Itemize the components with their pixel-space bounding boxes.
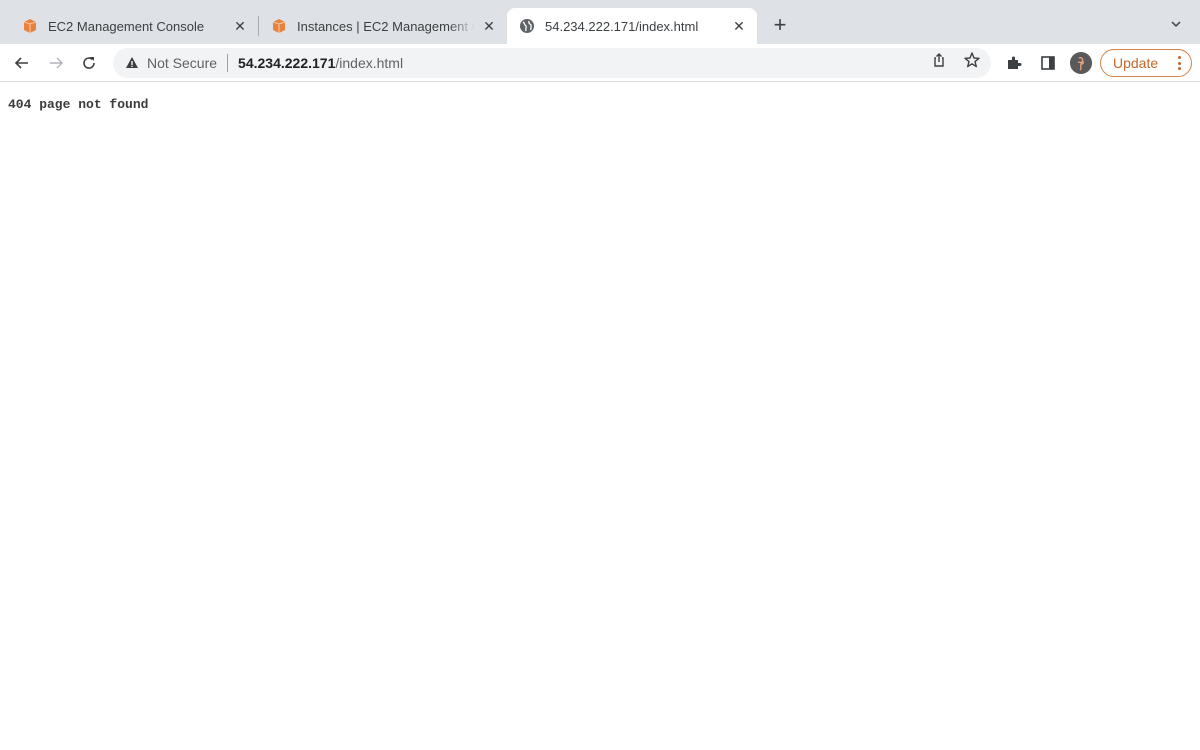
close-tab-icon[interactable]: ✕ [232, 18, 248, 34]
tab-search-chevron-icon[interactable] [1168, 16, 1184, 32]
new-tab-button[interactable]: + [768, 14, 792, 38]
bookmark-star-icon[interactable] [963, 51, 981, 69]
reload-icon [83, 57, 95, 69]
address-bar[interactable]: Not Secure 54.234.222.171/index.html [113, 48, 991, 78]
forward-arrow-icon [50, 57, 63, 69]
extensions-puzzle-icon[interactable] [1005, 54, 1023, 72]
close-tab-icon[interactable]: ✕ [731, 18, 747, 34]
url-path: /index.html [335, 55, 404, 71]
side-panel-icon[interactable] [1039, 54, 1057, 72]
share-icon[interactable] [930, 51, 948, 69]
aws-cube-icon [271, 18, 287, 34]
page-content: 404 page not found [0, 83, 1200, 750]
tab-title: EC2 Management Console [48, 18, 205, 34]
aws-cube-icon [22, 18, 38, 34]
tab-title: 54.234.222.171/index.html [545, 18, 699, 34]
url-host: 54.234.222.171 [238, 55, 336, 71]
address-divider [227, 54, 229, 72]
more-menu-icon[interactable] [1177, 56, 1181, 70]
profile-avatar[interactable] [1070, 52, 1092, 74]
update-label: Update [1113, 55, 1159, 71]
tab-strip: EC2 Management Console ✕ Instances | EC2… [0, 0, 1200, 44]
tab-active-page[interactable]: 54.234.222.171/index.html ✕ [507, 8, 757, 44]
globe-icon [519, 18, 535, 34]
security-status-label[interactable]: Not Secure [147, 55, 217, 71]
browser-toolbar: Not Secure 54.234.222.171/index.html Upd… [0, 44, 1200, 82]
error-message: 404 page not found [8, 97, 149, 112]
warning-triangle-icon[interactable] [125, 56, 139, 70]
forward-button[interactable] [44, 51, 68, 75]
reload-button[interactable] [77, 51, 101, 75]
tab-ec2-management-console[interactable]: EC2 Management Console ✕ [10, 8, 258, 44]
back-arrow-icon [14, 57, 28, 69]
close-tab-icon[interactable]: ✕ [481, 18, 497, 34]
tab-title: Instances | EC2 Management Console [297, 18, 475, 34]
tab-instances[interactable]: Instances | EC2 Management Console ✕ [259, 8, 507, 44]
back-button[interactable] [10, 51, 34, 75]
update-button[interactable]: Update [1100, 49, 1192, 77]
avatar-image [1070, 52, 1092, 74]
